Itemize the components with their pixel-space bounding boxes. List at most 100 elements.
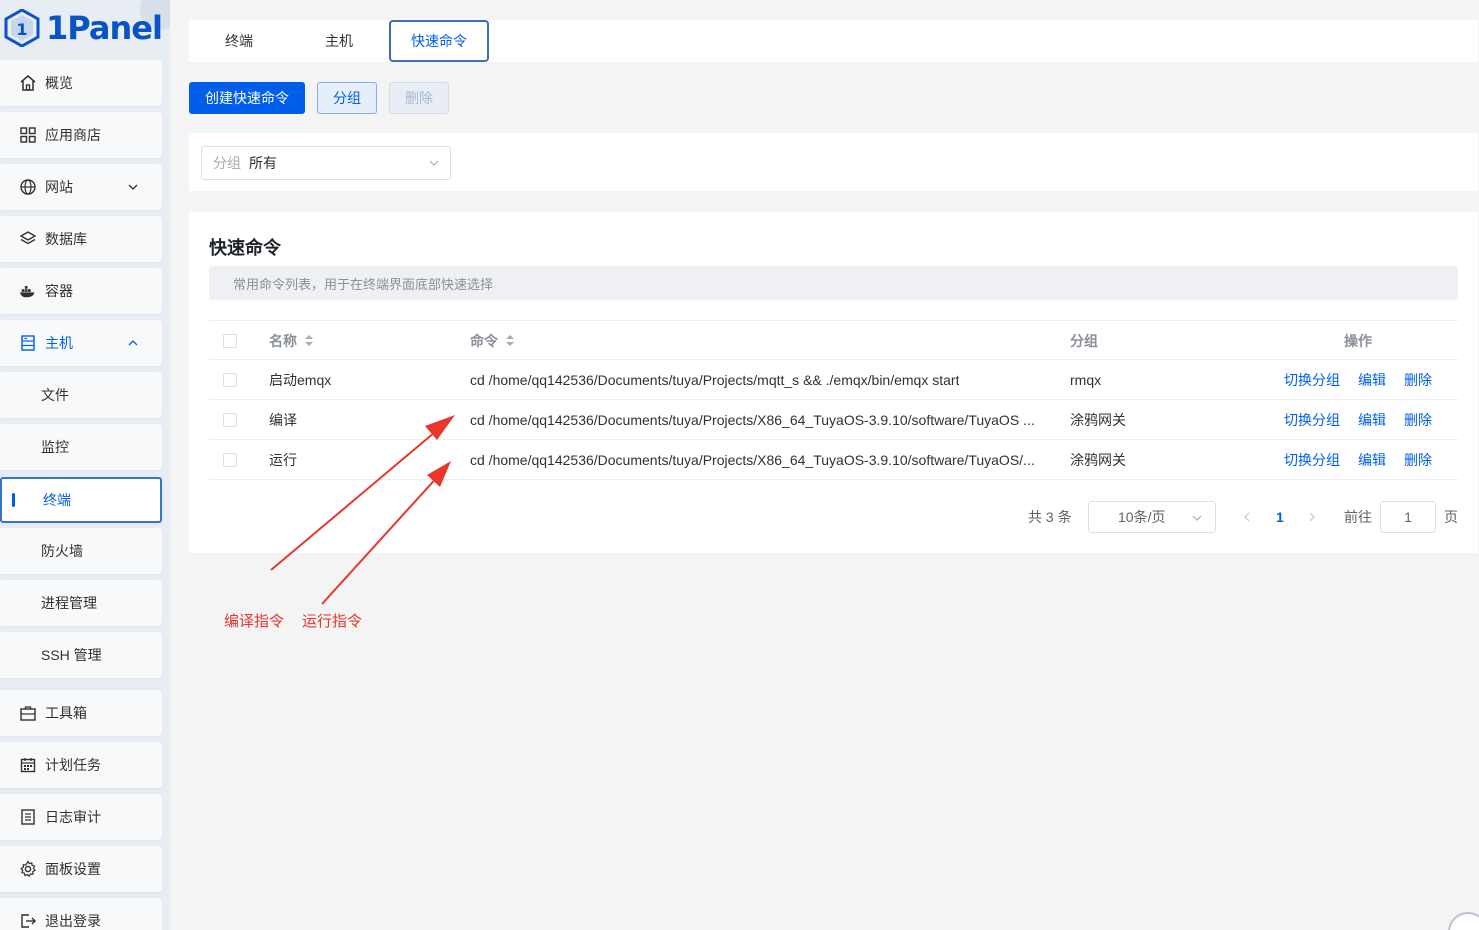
logo[interactable]: 1 1Panel [4, 8, 163, 48]
column-command-label: 命令 [470, 333, 498, 349]
description-alert: 常用命令列表，用于在终端界面底部快速选择 [209, 266, 1458, 300]
sidebar-item-database[interactable]: 数据库 [0, 216, 162, 262]
compile-annotation-label: 编译指令 [224, 613, 285, 630]
log-icon [19, 808, 37, 826]
row-checkbox[interactable] [223, 440, 237, 480]
page-number-current[interactable]: 1 [1276, 501, 1284, 533]
create-quick-command-button[interactable]: 创建快速命令 [189, 82, 305, 114]
sidebar-item-label: 数据库 [45, 231, 87, 247]
sidebar-item-website[interactable]: 网站 [0, 164, 162, 210]
sidebar-item-cron[interactable]: 计划任务 [0, 742, 162, 788]
next-page-button[interactable] [1306, 501, 1318, 533]
sidebar-item-label: 主机 [45, 335, 73, 351]
sidebar-item-toolbox[interactable]: 工具箱 [0, 690, 162, 736]
row-command: cd /home/qq142536/Documents/tuya/Project… [470, 372, 960, 388]
column-actions-header: 操作 [1344, 333, 1372, 349]
column-group-header: 分组 [1070, 333, 1098, 349]
row-actions: 切换分组 编辑 删除 [1284, 440, 1450, 480]
quick-command-card: 快速命令 常用命令列表，用于在终端界面底部快速选择 名称 命令 分组 操作 启动… [189, 212, 1478, 553]
sidebar-item-label: 退出登录 [45, 913, 101, 929]
sidebar-item-label: 文件 [41, 387, 69, 403]
row-name: 运行 [269, 452, 297, 468]
row-command: cd /home/qq142536/Documents/tuya/Project… [470, 452, 1035, 468]
switch-group-link[interactable]: 切换分组 [1284, 410, 1340, 430]
floating-action-button[interactable] [1448, 912, 1479, 930]
sidebar-item-files[interactable]: 文件 [0, 372, 162, 418]
grid-icon [19, 126, 37, 144]
goto-prefix: 前往 [1344, 509, 1372, 525]
row-command: cd /home/qq142536/Documents/tuya/Project… [470, 412, 1035, 428]
page-size-select[interactable]: 10条/页 [1088, 501, 1216, 533]
chevron-down-icon [128, 184, 138, 190]
sidebar-item-label: SSH 管理 [41, 647, 102, 663]
edit-link[interactable]: 编辑 [1358, 410, 1386, 430]
select-all-checkbox[interactable] [223, 321, 237, 361]
sidebar-item-container[interactable]: 容器 [0, 268, 162, 314]
row-group: rmqx [1070, 372, 1102, 388]
sidebar-item-terminal[interactable]: 终端 [0, 477, 162, 523]
group-button[interactable]: 分组 [317, 82, 377, 114]
column-command-header[interactable]: 命令 [470, 321, 514, 361]
sidebar-item-host[interactable]: 主机 [0, 320, 162, 366]
table-row: 运行 cd /home/qq142536/Documents/tuya/Proj… [209, 440, 1458, 480]
tab-host[interactable]: 主机 [289, 20, 389, 62]
group-filter-select[interactable]: 分组 所有 [201, 146, 451, 180]
edit-link[interactable]: 编辑 [1358, 370, 1386, 390]
goto-page-input[interactable]: 1 [1380, 501, 1436, 533]
chevron-down-icon [1192, 515, 1202, 521]
sidebar-item-firewall[interactable]: 防火墙 [0, 528, 162, 574]
docker-icon [19, 282, 37, 300]
sidebar: 1 1Panel 概览 应用商店 网站 数据库 容器 主机 文件 监控 终端 防… [0, 0, 170, 930]
server-icon [19, 334, 37, 352]
sidebar-item-settings[interactable]: 面板设置 [0, 846, 162, 892]
switch-group-link[interactable]: 切换分组 [1284, 450, 1340, 470]
filter-bar: 分组 所有 [189, 133, 1478, 191]
column-name-label: 名称 [269, 333, 297, 349]
column-name-header[interactable]: 名称 [269, 321, 313, 361]
delete-link[interactable]: 删除 [1404, 410, 1432, 430]
table-header: 名称 命令 分组 操作 [209, 320, 1458, 360]
sidebar-item-ssh[interactable]: SSH 管理 [0, 632, 162, 678]
sidebar-item-process[interactable]: 进程管理 [0, 580, 162, 626]
group-filter-prefix: 分组 [213, 155, 241, 171]
run-annotation-label: 运行指令 [302, 613, 363, 630]
switch-group-link[interactable]: 切换分组 [1284, 370, 1340, 390]
table-row: 启动emqx cd /home/qq142536/Documents/tuya/… [209, 360, 1458, 400]
sidebar-item-overview[interactable]: 概览 [0, 60, 162, 106]
page-title: 快速命令 [209, 238, 281, 258]
delete-link[interactable]: 删除 [1404, 450, 1432, 470]
sidebar-item-app-store[interactable]: 应用商店 [0, 112, 162, 158]
chevron-up-icon [128, 340, 138, 346]
chevron-right-icon [1309, 512, 1315, 522]
edit-link[interactable]: 编辑 [1358, 450, 1386, 470]
sidebar-item-label: 概览 [45, 75, 73, 91]
row-name: 编译 [269, 412, 297, 428]
sidebar-item-logout[interactable]: 退出登录 [0, 898, 162, 930]
chevron-down-icon [429, 160, 439, 166]
row-checkbox[interactable] [223, 360, 237, 400]
svg-text:1: 1 [16, 20, 27, 39]
tab-quick-commands[interactable]: 快速命令 [389, 20, 489, 62]
sidebar-item-logs[interactable]: 日志审计 [0, 794, 162, 840]
tab-terminal[interactable]: 终端 [189, 20, 289, 62]
calendar-icon [19, 756, 37, 774]
row-checkbox[interactable] [223, 400, 237, 440]
sidebar-item-label: 日志审计 [45, 809, 101, 825]
group-filter-value: 所有 [249, 155, 277, 171]
delete-button[interactable]: 删除 [389, 82, 449, 114]
row-name: 启动emqx [269, 372, 332, 388]
prev-page-button[interactable] [1241, 501, 1253, 533]
goto-suffix: 页 [1444, 509, 1458, 525]
sort-icon [506, 335, 514, 347]
page-size-value: 10条/页 [1118, 509, 1166, 525]
sidebar-item-label: 防火墙 [41, 543, 83, 559]
sidebar-item-label: 容器 [45, 283, 73, 299]
sidebar-item-label: 工具箱 [45, 705, 87, 721]
sidebar-item-monitor[interactable]: 监控 [0, 424, 162, 470]
sidebar-item-label: 计划任务 [45, 757, 101, 773]
sidebar-item-label: 面板设置 [45, 861, 101, 877]
logo-text: 1Panel [46, 9, 163, 47]
delete-link[interactable]: 删除 [1404, 370, 1432, 390]
chevron-left-icon [1244, 512, 1250, 522]
row-actions: 切换分组 编辑 删除 [1284, 400, 1450, 440]
